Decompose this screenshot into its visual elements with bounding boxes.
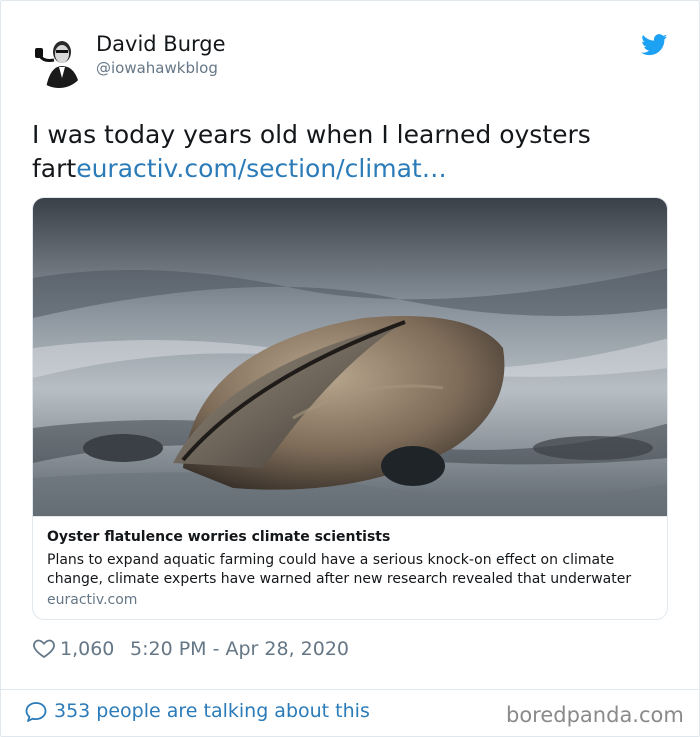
tweet-link[interactable]: euractiv.com/section/climat…: [76, 154, 447, 183]
author-avatar[interactable]: [32, 34, 86, 88]
card-description: Plans to expand aquatic farming could ha…: [47, 552, 632, 587]
link-preview-card[interactable]: Oyster flatulence worries climate scient…: [32, 197, 668, 620]
tweet-card: David Burge @iowahawkblog I was today ye…: [0, 0, 700, 737]
boredpanda-watermark: boredpanda.com: [506, 703, 684, 727]
oyster-photo: [33, 198, 667, 516]
divider: [0, 689, 700, 690]
author-handle[interactable]: @iowahawkblog: [96, 59, 218, 77]
heart-icon[interactable]: [32, 636, 56, 660]
tweet-timestamp[interactable]: 5:20 PM - Apr 28, 2020: [130, 638, 349, 660]
like-count: 1,060: [60, 638, 115, 660]
card-domain: euractiv.com: [47, 592, 138, 608]
avatar-image: [32, 34, 86, 88]
card-title[interactable]: Oyster flatulence worries climate scient…: [47, 529, 390, 545]
talking-about-link[interactable]: 353 people are talking about this: [54, 700, 370, 722]
tweet-text: I was today years old when I learned oys…: [32, 118, 662, 186]
card-body: Oyster flatulence worries climate scient…: [33, 516, 667, 619]
author-name[interactable]: David Burge: [96, 32, 226, 56]
twitter-bird-icon[interactable]: [641, 34, 668, 56]
speech-bubble-icon[interactable]: [24, 700, 48, 724]
